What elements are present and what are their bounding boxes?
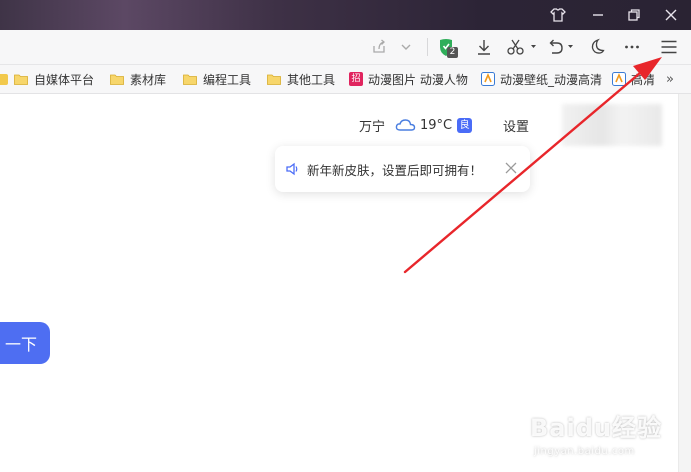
bookmark-folder-materials[interactable]: 素材库 xyxy=(110,71,166,87)
bookmark-label: 高清 xyxy=(631,72,654,87)
bookmark-label: 自媒体平台 xyxy=(34,72,95,87)
bookmark-partial-left[interactable] xyxy=(0,71,8,87)
minimize-icon[interactable] xyxy=(589,6,607,24)
bookmark-hd[interactable]: 高清 xyxy=(612,71,654,87)
browser-toolbar: 2 xyxy=(0,30,691,65)
settings-link[interactable]: 设置 xyxy=(503,116,529,135)
site-favicon-icon xyxy=(481,72,495,86)
moon-icon[interactable] xyxy=(587,37,607,57)
scissors-icon[interactable] xyxy=(505,37,539,57)
share-icon[interactable] xyxy=(369,37,389,57)
menu-icon[interactable] xyxy=(659,37,679,57)
folder-icon xyxy=(267,74,281,85)
bookmarks-bar: 自媒体平台 素材库 编程工具 其他工具 招 动漫图片 动漫人物 动漫壁纸_动漫高… xyxy=(0,65,691,94)
toolbar-divider xyxy=(427,38,428,56)
cloud-icon xyxy=(395,119,416,131)
bookmark-anime-wallpaper[interactable]: 动漫壁纸_动漫高清 xyxy=(481,71,602,87)
bookmark-label: 编程工具 xyxy=(203,72,252,87)
bookmark-label: 动漫壁纸_动漫高清 xyxy=(500,72,602,87)
download-icon[interactable] xyxy=(474,37,494,57)
bookmark-label: 其他工具 xyxy=(287,72,336,87)
close-icon[interactable] xyxy=(504,161,518,175)
bookmarks-overflow-icon[interactable]: » xyxy=(666,71,674,87)
speaker-icon xyxy=(286,162,298,176)
bookmark-label: 素材库 xyxy=(130,72,167,87)
site-favicon-icon xyxy=(612,72,626,86)
folder-icon xyxy=(110,74,124,85)
folder-icon xyxy=(14,74,28,85)
skin-notice-popup: 新年新皮肤，设置后即可拥有！ xyxy=(275,146,530,192)
bookmark-folder-other-tools[interactable]: 其他工具 xyxy=(267,71,335,87)
skin-icon[interactable] xyxy=(549,6,567,24)
folder-icon xyxy=(183,74,197,85)
title-bar xyxy=(0,0,691,30)
more-icon[interactable] xyxy=(622,37,642,57)
watermark-sub: jingyan.baidu.com xyxy=(534,446,635,457)
weather-city: 万宁 xyxy=(359,119,386,135)
blurred-avatar xyxy=(562,104,662,146)
bookmark-label: 动漫图片 动漫人物 xyxy=(368,72,468,87)
bookmark-anime-pictures[interactable]: 招 动漫图片 动漫人物 xyxy=(349,71,469,87)
restore-icon[interactable] xyxy=(625,6,643,24)
site-favicon-icon: 招 xyxy=(349,72,363,86)
search-button[interactable]: 一下 xyxy=(0,322,50,364)
weather-temperature: 19°C xyxy=(420,117,453,133)
chevron-down-icon[interactable] xyxy=(396,37,416,57)
watermark-main: Baidu经验 xyxy=(530,414,662,442)
shield-icon[interactable]: 2 xyxy=(437,37,461,58)
air-quality-badge: 良 xyxy=(457,117,473,133)
bookmark-folder-self-media[interactable]: 自媒体平台 xyxy=(14,71,94,87)
close-icon[interactable] xyxy=(662,6,680,24)
baidu-watermark: Baidu经验 jingyan.baidu.com xyxy=(530,402,680,468)
undo-icon[interactable] xyxy=(545,37,577,57)
weather-widget[interactable]: 万宁 19°C 良 xyxy=(359,116,473,135)
adblock-count-badge: 2 xyxy=(447,47,458,58)
notice-text: 新年新皮肤，设置后即可拥有！ xyxy=(307,162,483,178)
bookmark-folder-coding-tools[interactable]: 编程工具 xyxy=(183,71,251,87)
